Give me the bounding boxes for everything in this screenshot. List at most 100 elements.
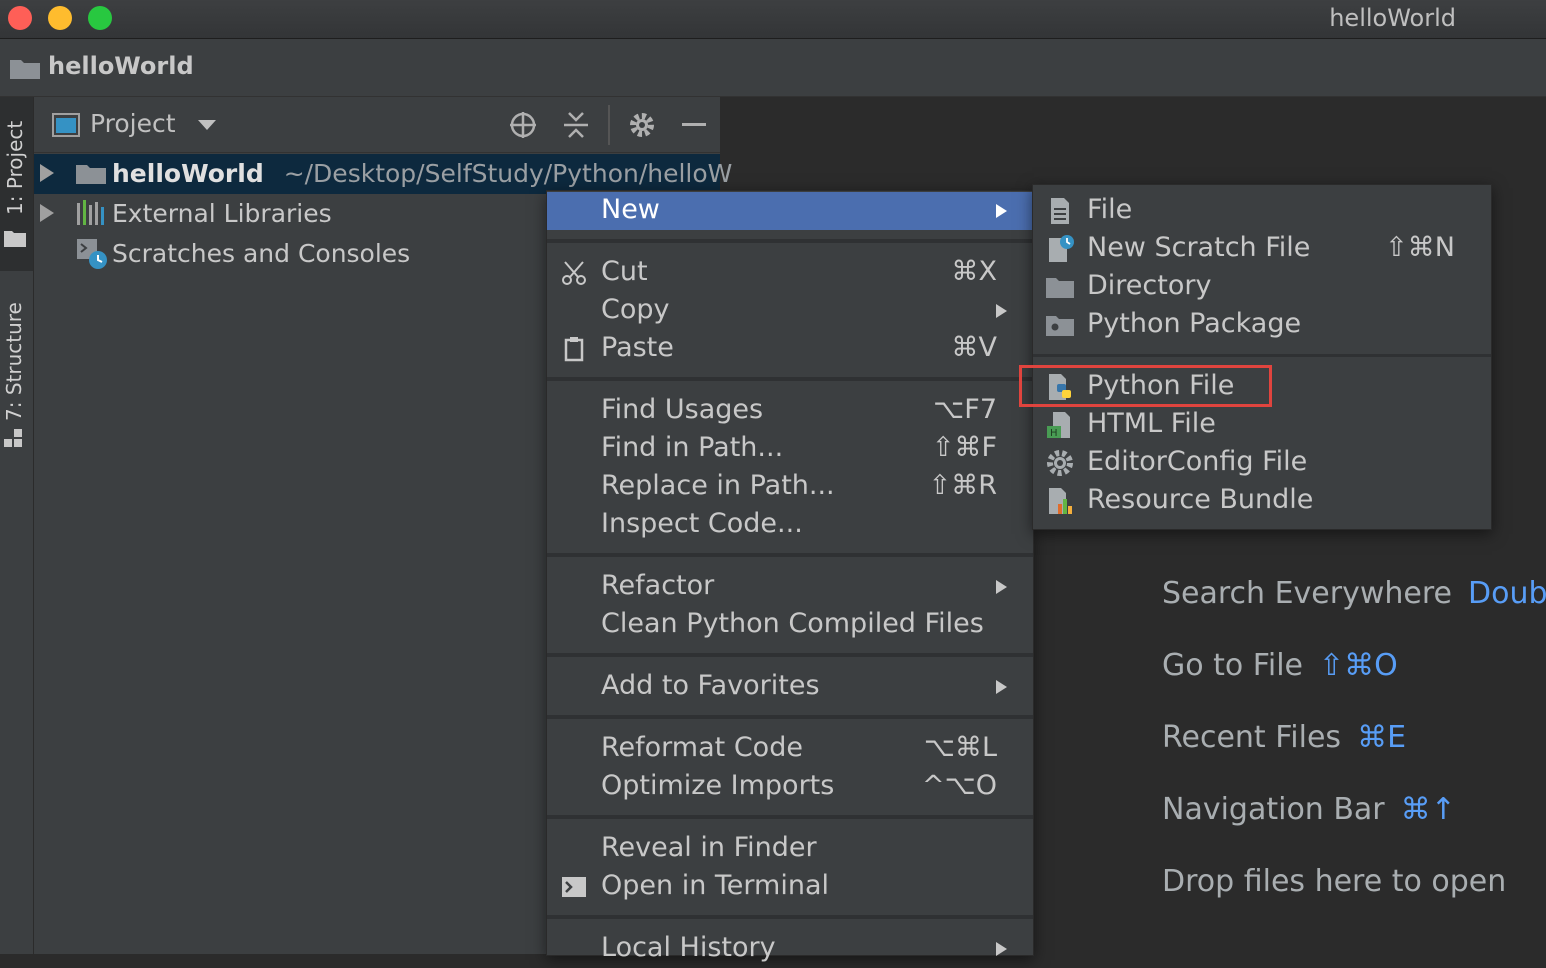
breadcrumb-project[interactable]: helloWorld xyxy=(48,52,194,80)
tree-item-project[interactable]: helloWorld ~/Desktop/SelfStudy/Python/he… xyxy=(34,154,732,194)
menu-item-reformat-code-shortcut: ⌥⌘L xyxy=(923,732,997,763)
menu-item-reveal-finder-label: Reveal in Finder xyxy=(601,832,817,863)
expand-arrow-icon[interactable] xyxy=(40,164,54,182)
menu-item-local-history[interactable]: Local History xyxy=(547,930,1033,968)
minimize-window-button[interactable] xyxy=(48,6,72,30)
submenu-item-scratch-file-shortcut: ⇧⌘N xyxy=(1385,232,1455,263)
hide-panel-icon[interactable] xyxy=(682,123,706,126)
menu-item-find-in-path[interactable]: Find in Path... ⇧⌘F xyxy=(547,430,1033,468)
hint-label: Search Everywhere xyxy=(1162,576,1452,611)
menu-item-add-favorites-label: Add to Favorites xyxy=(601,670,820,701)
menu-separator xyxy=(547,915,1033,919)
submenu-item-directory[interactable]: Directory xyxy=(1033,268,1491,306)
hint-label: Go to File xyxy=(1162,648,1303,683)
hint-shortcut: ⌘↑ xyxy=(1400,792,1456,827)
menu-item-replace-in-path-shortcut: ⇧⌘R xyxy=(928,470,997,501)
tree-item-project-label: helloWorld xyxy=(112,159,264,188)
menu-item-find-usages[interactable]: Find Usages ⌥F7 xyxy=(547,392,1033,430)
project-view-selector[interactable]: Project xyxy=(90,109,216,138)
tab-structure[interactable]: 7: Structure xyxy=(0,287,33,457)
menu-item-open-terminal[interactable]: Open in Terminal xyxy=(547,868,1033,906)
new-submenu: File New Scratch File ⇧⌘N Directory Pyth… xyxy=(1032,184,1492,530)
hint-shortcut: ⇧⌘O xyxy=(1319,648,1398,683)
hint-navigation-bar: Navigation Bar ⌘↑ xyxy=(1162,792,1456,827)
hint-label: Drop files here to open xyxy=(1162,864,1507,899)
submenu-arrow-icon xyxy=(996,580,1007,594)
project-toolbar: Project xyxy=(34,97,720,153)
expand-arrow-icon[interactable] xyxy=(40,204,54,222)
menu-item-local-history-label: Local History xyxy=(601,932,776,963)
menu-item-paste-shortcut: ⌘V xyxy=(951,332,997,363)
menu-item-find-usages-shortcut: ⌥F7 xyxy=(933,394,997,425)
tab-structure-label: 7: Structure xyxy=(2,302,26,421)
scratch-file-icon xyxy=(1049,235,1074,262)
submenu-arrow-icon xyxy=(996,204,1007,218)
hint-drop-files: Drop files here to open xyxy=(1162,864,1506,899)
menu-separator xyxy=(1033,354,1491,357)
menu-item-copy[interactable]: Copy xyxy=(547,292,1033,330)
scratches-icon xyxy=(77,239,107,269)
toolbar-divider xyxy=(608,105,610,145)
locate-icon[interactable] xyxy=(508,110,538,140)
menu-item-optimize-imports[interactable]: Optimize Imports ^⌥O xyxy=(547,768,1033,806)
menu-item-reformat-code[interactable]: Reformat Code ⌥⌘L xyxy=(547,730,1033,768)
folder-icon xyxy=(10,60,40,79)
navigation-bar: helloWorld xyxy=(0,39,1546,97)
menu-item-clean-python-label: Clean Python Compiled Files xyxy=(601,608,984,639)
menu-item-find-usages-label: Find Usages xyxy=(601,394,764,425)
gear-icon[interactable] xyxy=(627,110,657,140)
html-file-icon: H xyxy=(1047,412,1070,439)
submenu-item-directory-label: Directory xyxy=(1087,270,1212,301)
structure-icon xyxy=(4,429,22,447)
submenu-item-resource-bundle[interactable]: Resource Bundle xyxy=(1033,482,1491,520)
hint-shortcut: ⌘E xyxy=(1357,720,1407,755)
submenu-item-editorconfig-label: EditorConfig File xyxy=(1087,446,1308,477)
annotation-highlight-box xyxy=(1019,365,1272,407)
tab-project-label: 1: Project xyxy=(3,120,27,215)
menu-item-optimize-imports-label: Optimize Imports xyxy=(601,770,835,801)
menu-item-inspect-code[interactable]: Inspect Code... xyxy=(547,506,1033,544)
menu-item-refactor[interactable]: Refactor xyxy=(547,568,1033,606)
menu-item-copy-label: Copy xyxy=(601,294,670,325)
hint-go-to-file: Go to File ⇧⌘O xyxy=(1162,648,1398,683)
menu-item-paste[interactable]: Paste ⌘V xyxy=(547,330,1033,368)
menu-item-replace-in-path[interactable]: Replace in Path... ⇧⌘R xyxy=(547,468,1033,506)
menu-item-add-favorites[interactable]: Add to Favorites xyxy=(547,668,1033,706)
submenu-item-editorconfig[interactable]: EditorConfig File xyxy=(1033,444,1491,482)
menu-item-cut[interactable]: Cut ⌘X xyxy=(547,254,1033,292)
folder-icon xyxy=(1046,278,1074,298)
folder-icon xyxy=(4,231,26,247)
tab-project[interactable]: 1: Project xyxy=(0,97,33,271)
project-view-label: Project xyxy=(90,109,176,138)
submenu-item-scratch-file[interactable]: New Scratch File ⇧⌘N xyxy=(1033,230,1491,268)
submenu-item-html-file-label: HTML File xyxy=(1087,408,1216,439)
zoom-window-button[interactable] xyxy=(88,6,112,30)
menu-item-refactor-label: Refactor xyxy=(601,570,715,601)
menu-item-reveal-finder[interactable]: Reveal in Finder xyxy=(547,830,1033,868)
menu-separator xyxy=(547,239,1033,243)
menu-item-clean-python[interactable]: Clean Python Compiled Files xyxy=(547,606,1033,644)
submenu-item-python-package[interactable]: Python Package xyxy=(1033,306,1491,344)
window-title: helloWorld xyxy=(1329,4,1456,32)
submenu-arrow-icon xyxy=(996,304,1007,318)
menu-item-find-in-path-label: Find in Path... xyxy=(601,432,784,463)
menu-item-cut-shortcut: ⌘X xyxy=(951,256,998,287)
hint-label: Recent Files xyxy=(1162,720,1342,755)
menu-item-cut-label: Cut xyxy=(601,256,648,287)
tool-window-strip: 1: Project 7: Structure xyxy=(0,97,34,954)
tree-item-project-text: helloWorld ~/Desktop/SelfStudy/Python/he… xyxy=(112,159,732,188)
menu-separator xyxy=(547,715,1033,719)
menu-item-new[interactable]: New xyxy=(547,192,1033,230)
menu-item-reformat-code-label: Reformat Code xyxy=(601,732,803,763)
menu-separator xyxy=(547,815,1033,819)
submenu-item-file-label: File xyxy=(1087,194,1133,225)
close-window-button[interactable] xyxy=(8,6,32,30)
scissors-icon xyxy=(562,261,586,285)
menu-separator xyxy=(547,377,1033,381)
terminal-icon xyxy=(562,877,586,897)
submenu-item-file[interactable]: File xyxy=(1033,192,1491,230)
gear-icon xyxy=(1047,450,1073,476)
hint-search-everywhere: Search Everywhere Double ⇧ xyxy=(1162,576,1546,611)
collapse-all-icon[interactable] xyxy=(562,110,590,140)
submenu-item-html-file[interactable]: H HTML File xyxy=(1033,406,1491,444)
